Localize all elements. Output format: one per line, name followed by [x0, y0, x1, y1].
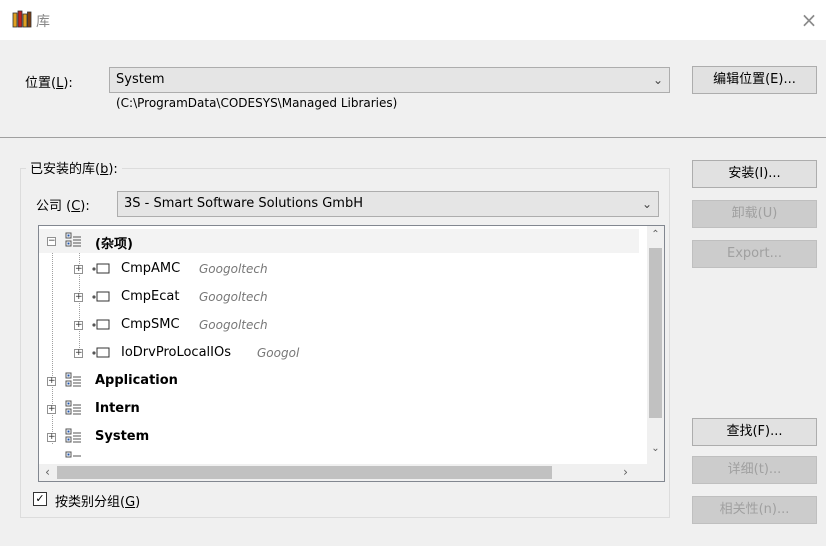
library-icon [12, 10, 32, 28]
expand-icon[interactable]: + [47, 433, 56, 442]
scroll-left-icon[interactable]: ‹ [39, 464, 56, 481]
group-by-category-label[interactable]: 按类别分组(G) [55, 491, 140, 510]
tree-item-iodrvprolocalios[interactable]: + IoDrvProLocalIOs Googol [39, 341, 639, 365]
tree-group-label: System [95, 429, 150, 444]
horizontal-scrollbar[interactable]: ‹ › [39, 464, 649, 481]
uninstall-button[interactable]: 卸载(U) [692, 200, 817, 228]
vertical-scrollbar[interactable]: ⌃ ⌄ [647, 226, 664, 466]
expand-icon[interactable]: + [47, 377, 56, 386]
export-button[interactable]: Export... [692, 240, 817, 268]
details-button[interactable]: 详细(t)... [692, 456, 817, 484]
install-button[interactable]: 安装(I)... [692, 160, 817, 188]
scroll-up-icon[interactable]: ⌃ [647, 226, 664, 244]
tree-group-label: Intern [95, 401, 140, 416]
tree-group-application[interactable]: + Application [39, 369, 639, 393]
close-button[interactable]: × [792, 0, 826, 40]
library-name: CmpEcat [121, 289, 180, 304]
scroll-right-icon[interactable]: › [617, 464, 634, 481]
title-bar: 库 × [0, 0, 826, 40]
library-company: Googoltech [199, 318, 268, 332]
location-dropdown[interactable]: System ⌄ [109, 67, 670, 93]
chevron-down-icon: ⌄ [652, 73, 663, 87]
tree-group-system[interactable]: + System [39, 425, 639, 449]
expand-icon[interactable]: + [74, 265, 83, 274]
library-node-icon [92, 291, 110, 302]
tree-item-cmpsmc[interactable]: + CmpSMC Googoltech [39, 313, 639, 337]
installed-libraries-caption: 已安装的库(b): [26, 158, 122, 177]
library-tree[interactable]: − (杂项) + CmpAMC Googoltech + CmpEcat Goo… [38, 225, 665, 482]
window-title: 库 [36, 14, 50, 30]
category-icon [65, 400, 81, 415]
edit-location-button[interactable]: 编辑位置(E)... [692, 66, 817, 94]
company-label: 公司 (C): [36, 199, 90, 214]
category-icon [65, 428, 81, 443]
library-node-icon [92, 347, 110, 358]
expand-icon[interactable]: + [47, 405, 56, 414]
horizontal-scroll-thumb[interactable] [57, 466, 552, 479]
scrollbar-corner [647, 464, 664, 481]
location-path: (C:\ProgramData\CODESYS\Managed Librarie… [116, 96, 398, 110]
library-name: CmpAMC [121, 261, 181, 276]
library-company: Googol [257, 346, 300, 360]
vertical-scroll-thumb[interactable] [649, 248, 662, 418]
library-name: IoDrvProLocalIOs [121, 345, 231, 360]
company-dropdown[interactable]: 3S - Smart Software Solutions GmbH ⌄ [117, 191, 659, 217]
tree-item-cmpecat[interactable]: + CmpEcat Googoltech [39, 285, 639, 309]
library-company: Googoltech [199, 290, 268, 304]
group-by-category-checkbox[interactable]: ✓ [33, 492, 47, 506]
expand-icon[interactable]: + [74, 293, 83, 302]
scroll-down-icon[interactable]: ⌄ [647, 440, 664, 458]
company-value: 3S - Smart Software Solutions GmbH [124, 196, 364, 211]
library-node-icon [92, 263, 110, 274]
tree-item-cmpamc[interactable]: + CmpAMC Googoltech [39, 257, 639, 281]
tree-group-label: Application [95, 373, 178, 388]
location-label: 位置(L): [25, 76, 73, 91]
find-button[interactable]: 查找(F)... [692, 418, 817, 446]
library-company: Googoltech [199, 262, 268, 276]
tree-group-misc[interactable]: − (杂项) [39, 229, 639, 253]
expand-icon[interactable]: + [74, 321, 83, 330]
tree-group-intern[interactable]: + Intern [39, 397, 639, 421]
collapse-icon[interactable]: − [47, 237, 56, 246]
chevron-down-icon: ⌄ [641, 197, 652, 211]
category-icon [65, 232, 81, 247]
expand-icon[interactable]: + [74, 349, 83, 358]
location-value: System [116, 72, 165, 87]
tree-group-label: (杂项) [95, 237, 133, 252]
library-name: CmpSMC [121, 317, 180, 332]
category-icon [65, 372, 81, 387]
dependencies-button[interactable]: 相关性(n)... [692, 496, 817, 524]
library-node-icon [92, 319, 110, 330]
